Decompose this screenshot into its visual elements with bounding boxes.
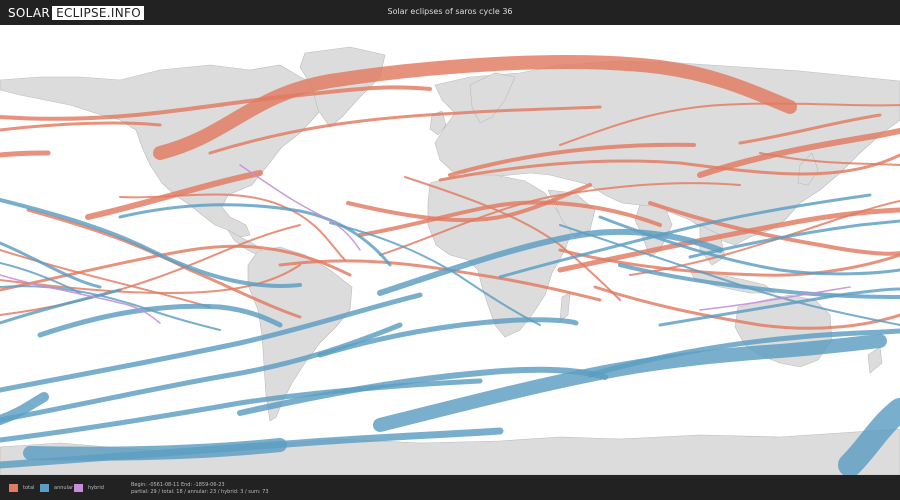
legend-swatch-annular bbox=[40, 484, 49, 492]
land-new-zealand bbox=[867, 346, 883, 374]
legend-item-total: total bbox=[9, 484, 34, 492]
map-canvas bbox=[0, 46, 900, 475]
legend-label-total: total bbox=[23, 485, 35, 491]
legend-label-annular: annular bbox=[54, 485, 74, 491]
eclipse-path-annular[interactable] bbox=[37, 303, 283, 338]
legend-label-hybrid: hybrid bbox=[88, 485, 104, 491]
eclipse-path-annular[interactable] bbox=[0, 322, 403, 423]
eclipse-path-annular[interactable] bbox=[317, 317, 579, 358]
stats-range: Begin: -0561-08-11 End: -1859-06-23 bbox=[131, 482, 225, 488]
legend-swatch-hybrid bbox=[74, 484, 83, 492]
legend-swatch-total bbox=[9, 484, 18, 492]
eclipse-stats: Begin: -0561-08-11 End: -1859-06-23 part… bbox=[131, 482, 269, 496]
eclipse-path-total[interactable] bbox=[0, 150, 51, 158]
page-title: Solar eclipses of saros cycle 36 bbox=[387, 7, 513, 16]
footer-bar: total annular hybrid Begin: -0561-08-11 … bbox=[0, 475, 900, 500]
land-madagascar bbox=[559, 292, 571, 322]
world-map[interactable] bbox=[0, 25, 900, 475]
top-bar: SOLAR ECLIPSE.INFO Solar eclipses of sar… bbox=[0, 0, 900, 25]
legend-item-hybrid: hybrid bbox=[74, 484, 104, 492]
legend-item-annular: annular bbox=[40, 484, 73, 492]
stats-counts: partial: 29 / total: 18 / annular: 23 / … bbox=[131, 489, 269, 495]
